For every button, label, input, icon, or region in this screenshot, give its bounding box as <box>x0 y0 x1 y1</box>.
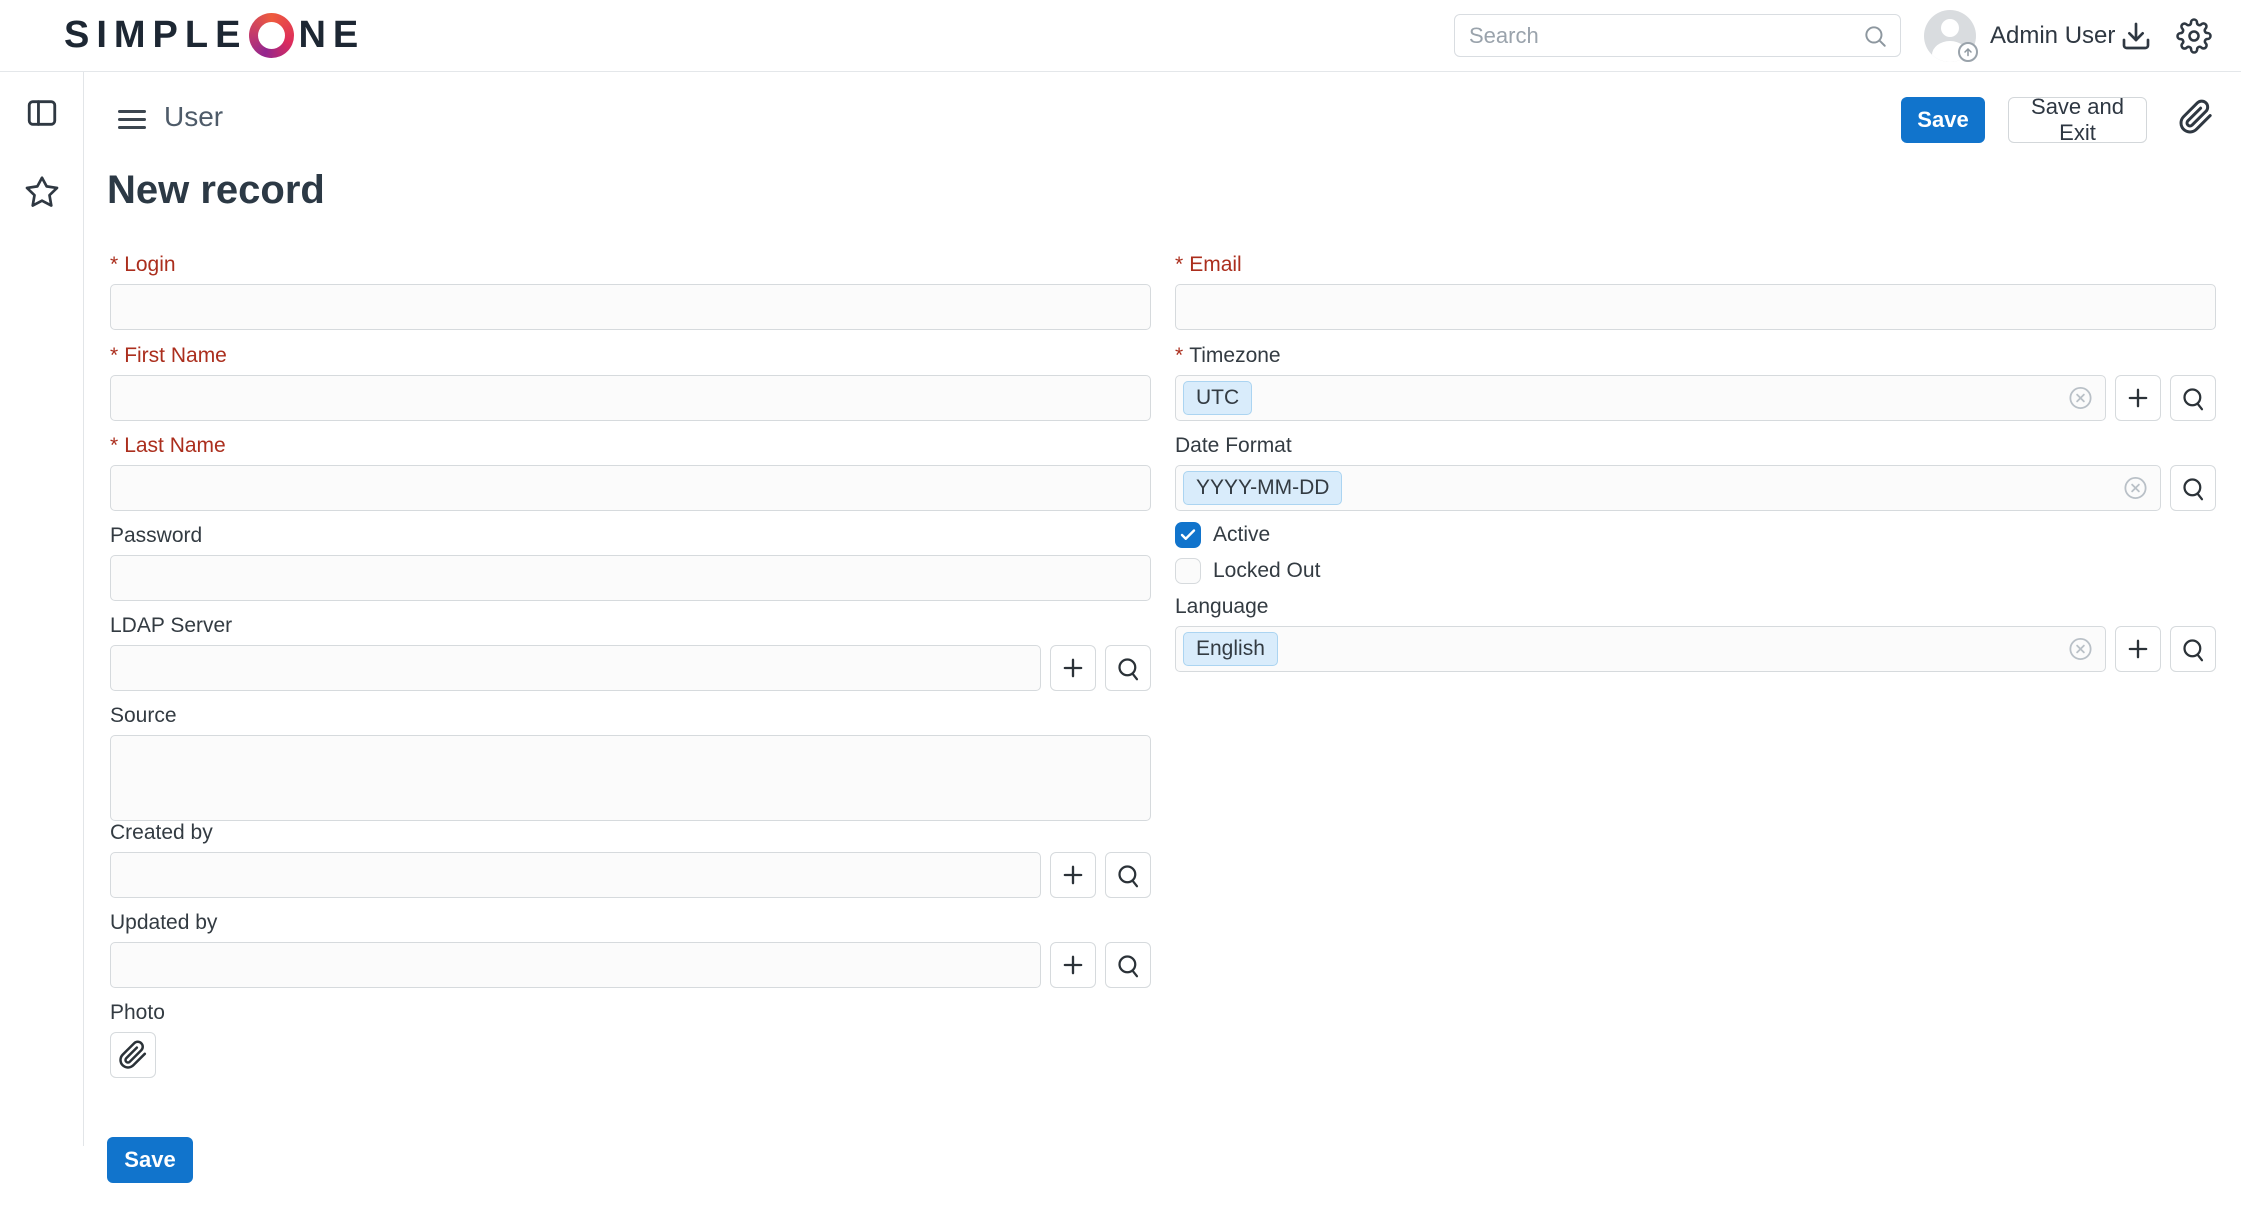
field-date-format: Date Format YYYY-MM-DD <box>1175 435 2216 511</box>
search-icon[interactable] <box>1862 23 1888 49</box>
active-label: Active <box>1213 523 1270 547</box>
required-asterisk: * <box>1175 253 1183 276</box>
language-clear-icon[interactable] <box>2067 636 2094 663</box>
locked-out-label: Locked Out <box>1213 559 1320 583</box>
download-icon[interactable] <box>2120 0 2152 71</box>
field-login: *Login <box>110 254 1151 330</box>
photo-attach-button[interactable] <box>110 1032 156 1078</box>
field-photo: Photo <box>110 1002 1151 1078</box>
save-button[interactable]: Save <box>1901 97 1985 143</box>
field-updated-by: Updated by <box>110 912 1151 988</box>
email-label: *Email <box>1175 254 2216 276</box>
active-row: Active <box>1175 522 1270 548</box>
sidebar-toggle-icon[interactable] <box>25 96 59 130</box>
login-input[interactable] <box>110 284 1151 330</box>
field-timezone: *Timezone UTC <box>1175 345 2216 421</box>
logo-text-left: SIMPLE <box>64 14 247 57</box>
logo-text-right: NE <box>298 14 365 57</box>
date-format-search-button[interactable] <box>2170 465 2216 511</box>
source-textarea[interactable] <box>110 735 1151 821</box>
field-language: Language English <box>1175 596 2216 672</box>
updated-by-input[interactable] <box>110 942 1041 988</box>
locked-out-checkbox[interactable] <box>1175 558 1201 584</box>
field-email: *Email <box>1175 254 2216 330</box>
ldap-server-input[interactable] <box>110 645 1041 691</box>
last-name-input[interactable] <box>110 465 1151 511</box>
search-input[interactable] <box>1467 22 1862 50</box>
updated-by-label: Updated by <box>110 912 1151 934</box>
language-search-button[interactable] <box>2170 626 2216 672</box>
user-name[interactable]: Admin User <box>1990 0 2115 71</box>
timezone-label: *Timezone <box>1175 345 2216 367</box>
field-ldap-server: LDAP Server <box>110 615 1151 691</box>
created-by-label: Created by <box>110 822 1151 844</box>
ldap-server-label: LDAP Server <box>110 615 1151 637</box>
password-input[interactable] <box>110 555 1151 601</box>
app-logo[interactable]: SIMPLE NE <box>64 0 365 71</box>
field-last-name: *Last Name <box>110 435 1151 511</box>
required-asterisk: * <box>1175 344 1183 367</box>
global-search <box>1454 14 1901 57</box>
context-menu-icon[interactable] <box>118 110 146 129</box>
logo-ring-icon <box>249 13 294 58</box>
created-by-input[interactable] <box>110 852 1041 898</box>
timezone-clear-icon[interactable] <box>2067 385 2094 412</box>
save-and-exit-button[interactable]: Save and Exit <box>2008 97 2147 143</box>
updated-by-add-button[interactable] <box>1050 942 1096 988</box>
photo-label: Photo <box>110 1002 1151 1024</box>
attachments-paperclip-icon[interactable] <box>2178 99 2214 135</box>
locked-out-row: Locked Out <box>1175 558 1320 584</box>
field-source: Source <box>110 705 1151 826</box>
required-asterisk: * <box>110 434 118 457</box>
ldap-server-add-button[interactable] <box>1050 645 1096 691</box>
date-format-clear-icon[interactable] <box>2122 475 2149 502</box>
language-field[interactable]: English <box>1175 626 2106 672</box>
timezone-search-button[interactable] <box>2170 375 2216 421</box>
timezone-add-button[interactable] <box>2115 375 2161 421</box>
login-label: *Login <box>110 254 1151 276</box>
required-asterisk: * <box>110 253 118 276</box>
email-input[interactable] <box>1175 284 2216 330</box>
left-sidebar <box>0 72 84 1146</box>
date-format-value-chip[interactable]: YYYY-MM-DD <box>1183 471 1342 505</box>
record-type-title: User <box>164 101 223 133</box>
gear-icon[interactable] <box>2176 0 2212 71</box>
created-by-search-button[interactable] <box>1105 852 1151 898</box>
app-header: SIMPLE NE Admin User <box>0 0 2241 72</box>
last-name-label: *Last Name <box>110 435 1151 457</box>
timezone-field[interactable]: UTC <box>1175 375 2106 421</box>
language-add-button[interactable] <box>2115 626 2161 672</box>
date-format-label: Date Format <box>1175 435 2216 457</box>
password-label: Password <box>110 525 1151 547</box>
field-password: Password <box>110 525 1151 601</box>
active-checkbox[interactable] <box>1175 522 1201 548</box>
field-created-by: Created by <box>110 822 1151 898</box>
favorites-star-icon[interactable] <box>24 174 60 210</box>
date-format-field[interactable]: YYYY-MM-DD <box>1175 465 2161 511</box>
language-label: Language <box>1175 596 2216 618</box>
first-name-label: *First Name <box>110 345 1151 367</box>
created-by-add-button[interactable] <box>1050 852 1096 898</box>
footer-save-button[interactable]: Save <box>107 1137 193 1183</box>
language-value-chip[interactable]: English <box>1183 632 1278 666</box>
timezone-value-chip[interactable]: UTC <box>1183 381 1252 415</box>
avatar-status-icon <box>1958 42 1978 62</box>
field-first-name: *First Name <box>110 345 1151 421</box>
required-asterisk: * <box>110 344 118 367</box>
updated-by-search-button[interactable] <box>1105 942 1151 988</box>
source-label: Source <box>110 705 1151 727</box>
page-title: New record <box>107 168 325 213</box>
first-name-input[interactable] <box>110 375 1151 421</box>
ldap-server-search-button[interactable] <box>1105 645 1151 691</box>
record-form-panel: User Save Save and Exit New record *Logi… <box>84 72 2241 1231</box>
